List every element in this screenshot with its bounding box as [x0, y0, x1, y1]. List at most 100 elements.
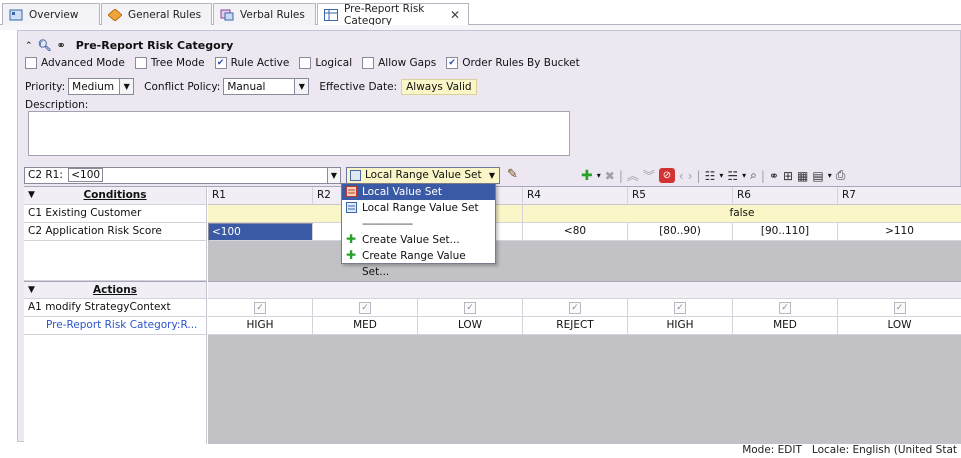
checkbox-box[interactable]	[134, 57, 147, 69]
column-header-r7[interactable]: R7	[838, 187, 961, 205]
order-rules-checkbox[interactable]: ✔ Order Rules By Bucket	[446, 57, 580, 69]
menu-item-local-value-set[interactable]: Local Value Set	[342, 184, 495, 200]
chevron-down-icon[interactable]: ▼	[327, 168, 340, 183]
tab-overview[interactable]: Overview	[2, 3, 100, 25]
cell-value: <100	[68, 168, 104, 182]
action-checkbox-cell[interactable]: ✓	[523, 299, 628, 317]
checkmark-icon[interactable]: ✔	[214, 57, 227, 69]
chevron-down-icon[interactable]: ▾	[597, 171, 601, 180]
spreadsheet-icon[interactable]: ▦	[797, 169, 808, 183]
checkbox-box[interactable]	[299, 57, 312, 69]
action-value-cell[interactable]: LOW	[418, 317, 523, 335]
action-value-cell[interactable]: MED	[313, 317, 418, 335]
column-header-r6[interactable]: R6	[733, 187, 838, 205]
advanced-mode-checkbox[interactable]: Advanced Mode	[25, 57, 125, 69]
action-checkbox-cell[interactable]: ✓	[733, 299, 838, 317]
chevron-down-icon[interactable]: ▾	[828, 171, 832, 180]
menu-item-create-value-set[interactable]: ✚ Create Value Set...	[342, 232, 495, 248]
checkmark-icon[interactable]: ✓	[359, 302, 371, 314]
action-checkbox-cell[interactable]: ✓	[628, 299, 733, 317]
action-checkbox-cell[interactable]: ✓	[418, 299, 523, 317]
disable-icon[interactable]: ⊘	[658, 168, 675, 183]
check-table-icon[interactable]: ⌕	[750, 168, 757, 183]
action-value-cell[interactable]: MED	[733, 317, 838, 335]
condition-cell[interactable]: <80	[523, 223, 628, 241]
condition-cell[interactable]: false	[523, 205, 961, 223]
action-value-cell[interactable]: LOW	[838, 317, 961, 335]
action-property-label[interactable]: Pre-Report Risk Category:R...	[24, 317, 207, 335]
checkbox-box[interactable]	[25, 57, 37, 69]
export-icon[interactable]: ▤	[812, 169, 823, 183]
condition-cell[interactable]: >110	[838, 223, 961, 241]
search-icon[interactable]: 🔍︎	[38, 39, 52, 52]
action-checkbox-cell[interactable]: ✓	[313, 299, 418, 317]
collapse-triangle-icon[interactable]: ▼	[28, 187, 35, 203]
effective-date-value[interactable]: Always Valid	[401, 78, 477, 95]
tab-general-rules[interactable]: General Rules	[101, 3, 212, 25]
value-set-select[interactable]: Local Range Value Set ▼	[346, 167, 500, 184]
rule-active-checkbox[interactable]: ✔ Rule Active	[214, 57, 290, 69]
add-icon[interactable]: ✚	[581, 168, 593, 184]
properties-row: Priority: Medium ▼ Conflict Policy: Manu…	[25, 78, 477, 95]
conflict-policy-value: Manual	[227, 80, 266, 93]
conflict-policy-select[interactable]: Manual ▼	[223, 78, 310, 95]
checkbox-box[interactable]	[362, 57, 375, 69]
tab-pre-report-risk-category[interactable]: Pre-Report Risk Category ✕	[317, 3, 469, 27]
checkmark-icon[interactable]: ✓	[464, 302, 476, 314]
checkbox-label: Rule Active	[230, 57, 290, 69]
action-row-label[interactable]: A1 modify StrategyContext	[24, 299, 207, 317]
cell-editor-field[interactable]: C2 R1: <100 ▼	[24, 167, 341, 184]
close-tab-icon[interactable]: ✕	[450, 8, 460, 22]
checkmark-icon[interactable]: ✓	[569, 302, 581, 314]
tree-mode-checkbox[interactable]: Tree Mode	[134, 57, 205, 69]
action-empty-area	[208, 335, 961, 444]
chevron-down-icon[interactable]: ▼	[119, 79, 134, 94]
split-table-icon[interactable]: ☷	[705, 169, 716, 183]
move-up-icon[interactable]: ︽	[627, 167, 639, 184]
condition-cell-selected[interactable]: <100	[208, 223, 313, 241]
description-textarea[interactable]	[28, 111, 570, 156]
tab-verbal-rules[interactable]: Verbal Rules	[213, 3, 316, 25]
allow-gaps-checkbox[interactable]: Allow Gaps	[362, 57, 436, 69]
column-header-r4[interactable]: R4	[523, 187, 628, 205]
binoculars-icon[interactable]: ⚭	[769, 169, 779, 183]
move-right-icon[interactable]: ›	[688, 169, 693, 183]
menu-item-create-range-value-set[interactable]: ✚ Create Range Value Set...	[342, 248, 495, 278]
condition-cell[interactable]: [80..90)	[628, 223, 733, 241]
logical-checkbox[interactable]: Logical	[299, 57, 352, 69]
condition-cell[interactable]: [90..110]	[733, 223, 838, 241]
merge-table-icon[interactable]: ☵	[727, 169, 738, 183]
checkmark-icon[interactable]: ✓	[674, 302, 686, 314]
print-icon[interactable]: ⎙	[836, 168, 846, 183]
condition-row-label[interactable]: C1 Existing Customer	[24, 205, 207, 223]
checkmark-icon[interactable]: ✓	[779, 302, 791, 314]
chevron-down-icon[interactable]: ▼	[489, 168, 495, 183]
value-set-icon	[346, 186, 357, 197]
condition-row-label[interactable]: C2 Application Risk Score	[24, 223, 207, 241]
delete-icon[interactable]: ✖	[605, 169, 615, 183]
checkmark-icon[interactable]: ✔	[446, 57, 459, 69]
action-value-cell[interactable]: REJECT	[523, 317, 628, 335]
collapse-icon[interactable]: ⌃	[25, 41, 33, 51]
chevron-down-icon[interactable]: ▾	[742, 171, 746, 180]
column-header-r1[interactable]: R1	[208, 187, 313, 205]
collapse-triangle-icon[interactable]: ▼	[28, 282, 35, 298]
move-down-icon[interactable]: ︾	[643, 167, 655, 184]
binoculars-icon[interactable]: ⚭	[57, 39, 66, 52]
action-checkbox-cell[interactable]: ✓	[838, 299, 961, 317]
checkmark-icon[interactable]: ✓	[254, 302, 266, 314]
move-left-icon[interactable]: ‹	[679, 169, 684, 183]
pencil-icon[interactable]: ✎	[507, 167, 518, 182]
status-locale: Locale: English (United Stat	[811, 444, 957, 456]
checkmark-icon[interactable]: ✓	[893, 302, 906, 314]
menu-item-label: Local Range Value Set	[362, 202, 479, 214]
chevron-down-icon[interactable]: ▼	[294, 79, 309, 94]
action-value-cell[interactable]: HIGH	[628, 317, 733, 335]
menu-item-local-range-value-set[interactable]: Local Range Value Set	[342, 200, 495, 216]
chevron-down-icon[interactable]: ▾	[719, 171, 723, 180]
compact-table-icon[interactable]: ⊞	[783, 169, 793, 183]
action-checkbox-cell[interactable]: ✓	[208, 299, 313, 317]
action-value-cell[interactable]: HIGH	[208, 317, 313, 335]
priority-select[interactable]: Medium ▼	[68, 78, 135, 95]
column-header-r5[interactable]: R5	[628, 187, 733, 205]
